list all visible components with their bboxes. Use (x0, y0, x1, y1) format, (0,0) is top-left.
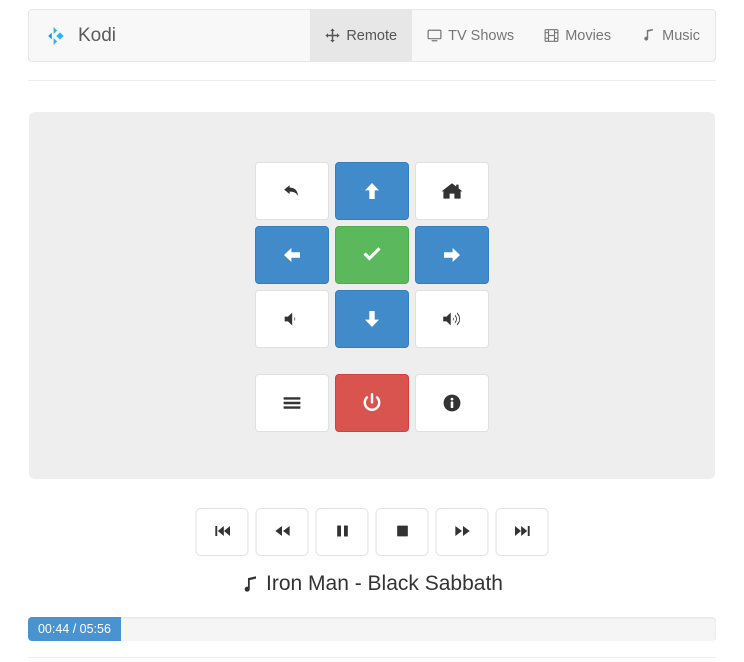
home-icon (440, 179, 464, 203)
info-button[interactable] (415, 374, 489, 432)
tab-tv-shows[interactable]: TV Shows (412, 10, 529, 61)
brand-link[interactable]: Kodi (29, 10, 132, 61)
up-button[interactable] (335, 162, 409, 220)
volume-down-button[interactable] (255, 290, 329, 348)
tab-movies-label: Movies (565, 27, 612, 44)
kodi-remote-page: Kodi Remote TV Shows Movies Music Iron M… (0, 0, 744, 662)
down-button[interactable] (335, 290, 409, 348)
now-playing: Iron Man - Black Sabbath (0, 572, 744, 596)
music-note-icon (241, 574, 259, 594)
now-playing-title: Iron Man - Black Sabbath (266, 572, 503, 595)
back-button[interactable] (255, 162, 329, 220)
arrows-move-icon (325, 28, 340, 43)
arrow-right-icon (440, 243, 464, 267)
next-button[interactable] (495, 508, 549, 556)
skip-forward-icon (512, 521, 532, 544)
home-button[interactable] (415, 162, 489, 220)
menu-button[interactable] (255, 374, 329, 432)
music-note-icon (641, 28, 656, 43)
navbar: Kodi Remote TV Shows Movies Music (28, 9, 716, 62)
rewind-icon (272, 521, 292, 544)
tab-remote[interactable]: Remote (310, 10, 413, 61)
remote-panel (29, 112, 715, 479)
nav-tabs: Remote TV Shows Movies Music (310, 10, 715, 61)
skip-backward-icon (212, 521, 232, 544)
tab-movies[interactable]: Movies (529, 10, 626, 61)
playback-progress-bar[interactable]: 00:44 / 05:56 (28, 617, 716, 641)
dpad-row-spacer (255, 354, 489, 368)
footer-divider (28, 657, 716, 658)
left-button[interactable] (255, 226, 329, 284)
pause-icon (332, 521, 352, 544)
right-button[interactable] (415, 226, 489, 284)
arrow-down-icon (360, 307, 384, 331)
back-arrow-icon (280, 179, 304, 203)
volume-up-button[interactable] (415, 290, 489, 348)
power-button[interactable] (335, 374, 409, 432)
brand-title: Kodi (78, 25, 117, 46)
previous-button[interactable] (195, 508, 249, 556)
stop-icon (392, 521, 412, 544)
dpad-grid (255, 162, 489, 432)
tv-monitor-icon (427, 28, 442, 43)
film-strip-icon (544, 28, 559, 43)
rewind-button[interactable] (255, 508, 309, 556)
power-icon (360, 391, 384, 415)
kodi-logo-icon (47, 25, 69, 47)
select-button[interactable] (335, 226, 409, 284)
stop-button[interactable] (375, 508, 429, 556)
volume-down-icon (281, 308, 303, 330)
tab-remote-label: Remote (346, 27, 398, 44)
transport-controls (195, 508, 549, 556)
fast-forward-icon (452, 521, 472, 544)
pause-button[interactable] (315, 508, 369, 556)
tab-tv-shows-label: TV Shows (448, 27, 515, 44)
playback-progress-fill: 00:44 / 05:56 (28, 617, 121, 641)
tab-music[interactable]: Music (626, 10, 715, 61)
info-circle-icon (441, 392, 463, 414)
arrow-left-icon (280, 243, 304, 267)
arrow-up-icon (360, 179, 384, 203)
header-divider (28, 80, 716, 81)
fast-forward-button[interactable] (435, 508, 489, 556)
hamburger-menu-icon (280, 391, 304, 415)
check-icon (360, 243, 384, 267)
playback-time-label: 00:44 / 05:56 (37, 622, 111, 636)
tab-music-label: Music (662, 27, 700, 44)
volume-up-icon (441, 308, 463, 330)
